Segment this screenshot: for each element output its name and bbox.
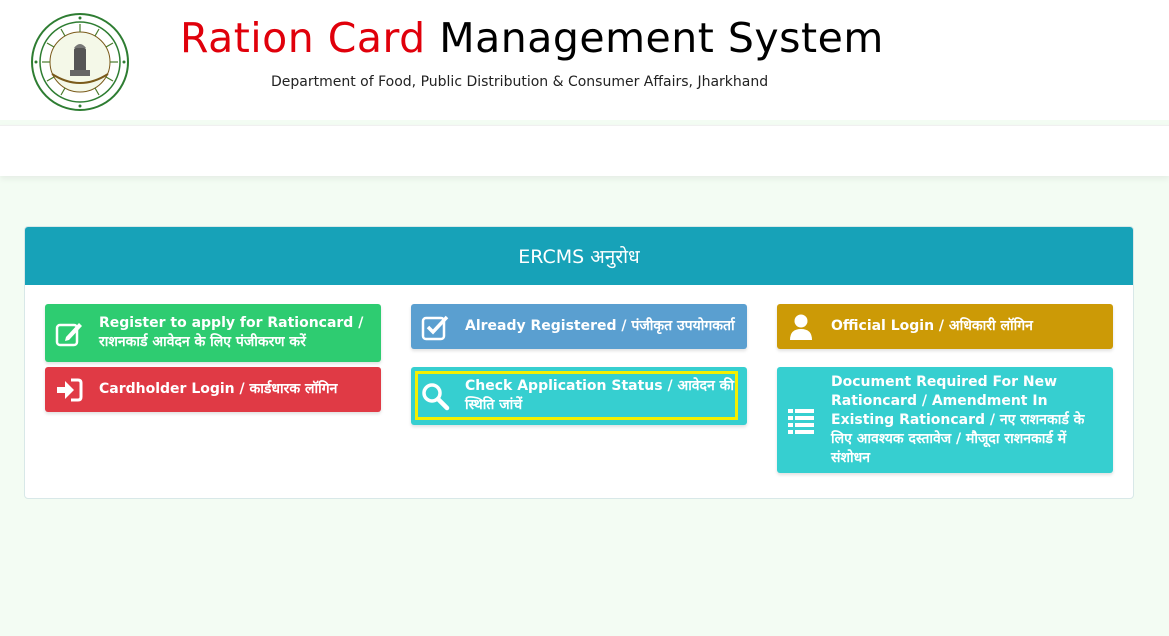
official-login-label: Official Login / अधिकारी लॉगिन	[831, 318, 1033, 334]
check-square-icon	[419, 311, 451, 343]
jharkhand-government-emblem	[30, 12, 130, 112]
already-registered-button[interactable]: Already Registered / पंजीकृत उपयोगकर्ता	[411, 304, 747, 349]
check-status-label: Check Application Status / आवेदन की स्थि…	[465, 378, 735, 413]
already-registered-label: Already Registered / पंजीकृत उपयोगकर्ता	[465, 318, 735, 334]
title-black-part: Management System	[439, 14, 884, 62]
ercms-panel: ERCMS अनुरोध Register to apply for Ratio…	[24, 226, 1134, 499]
check-status-button[interactable]: Check Application Status / आवेदन की स्थि…	[411, 367, 747, 425]
register-label: Register to apply for Rationcard / राशनक…	[99, 315, 364, 350]
sign-in-icon	[53, 374, 85, 406]
edit-icon	[53, 317, 85, 349]
nav-bar	[0, 125, 1169, 176]
panel-header: ERCMS अनुरोध	[25, 227, 1133, 285]
documents-required-button[interactable]: Document Required For New Rationcard / A…	[777, 367, 1113, 473]
list-icon	[785, 404, 817, 436]
search-icon	[419, 380, 451, 412]
register-button[interactable]: Register to apply for Rationcard / राशनक…	[45, 304, 381, 362]
cardholder-label: Cardholder Login / कार्डधारक लॉगिन	[99, 381, 338, 397]
page-header: Ration Card Management System Department…	[0, 0, 1169, 120]
page-title: Ration Card Management System	[180, 14, 884, 62]
title-red-part: Ration Card	[180, 14, 426, 62]
cardholder-login-button[interactable]: Cardholder Login / कार्डधारक लॉगिन	[45, 367, 381, 412]
official-login-button[interactable]: Official Login / अधिकारी लॉगिन	[777, 304, 1113, 349]
panel-title: ERCMS अनुरोध	[518, 246, 640, 268]
department-subtitle: Department of Food, Public Distribution …	[271, 74, 769, 90]
user-icon	[785, 311, 817, 343]
documents-label: Document Required For New Rationcard / A…	[831, 373, 1085, 466]
